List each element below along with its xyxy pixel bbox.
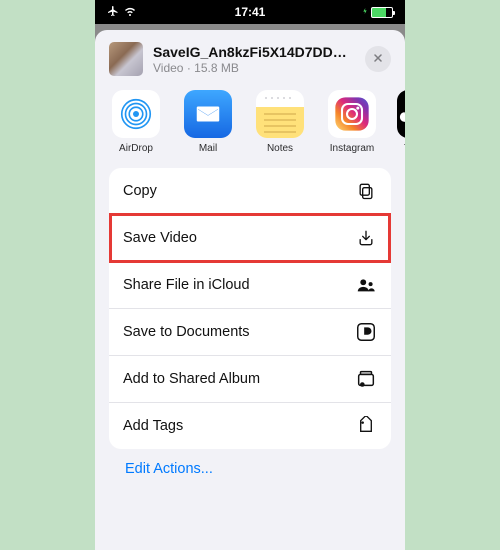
action-share-icloud[interactable]: Share File in iCloud <box>109 261 391 308</box>
status-left <box>107 5 137 20</box>
album-icon <box>355 368 377 390</box>
share-target-label: Instagram <box>330 143 374 154</box>
share-sheet-header: SaveIG_An8kzFi5X14D7DDhXM... Video · 15.… <box>95 30 405 90</box>
instagram-icon <box>328 90 376 138</box>
airplane-mode-icon <box>107 5 119 20</box>
tag-icon <box>355 415 377 437</box>
documents-icon <box>355 321 377 343</box>
action-label: Add Tags <box>123 418 183 434</box>
phone-frame: 17:41 SaveIG_An8kzFi5X14D7DDhXM... Video… <box>95 0 405 550</box>
file-info: SaveIG_An8kzFi5X14D7DDhXM... Video · 15.… <box>153 44 355 75</box>
action-add-tags[interactable]: Add Tags <box>109 402 391 449</box>
action-label: Add to Shared Album <box>123 371 260 387</box>
mail-icon <box>184 90 232 138</box>
file-meta-label: Video · 15.8 MB <box>153 61 355 75</box>
close-button[interactable] <box>365 46 391 72</box>
close-icon <box>372 51 384 67</box>
share-target-airdrop[interactable]: AirDrop <box>109 90 163 154</box>
tiktok-icon <box>397 90 405 138</box>
action-label: Share File in iCloud <box>123 277 250 293</box>
action-copy[interactable]: Copy <box>109 168 391 214</box>
actions-group: Copy Save Video Share File in iClou <box>109 168 391 449</box>
edit-actions-link[interactable]: Edit Actions... <box>109 449 391 477</box>
action-label: Copy <box>123 183 157 199</box>
share-target-label: Mail <box>199 143 217 154</box>
share-target-mail[interactable]: Mail <box>181 90 235 154</box>
share-target-instagram[interactable]: Instagram <box>325 90 379 154</box>
action-label: Save to Documents <box>123 324 250 340</box>
notes-icon <box>256 90 304 138</box>
share-target-label: T <box>404 143 405 154</box>
action-shared-album[interactable]: Add to Shared Album <box>109 355 391 402</box>
action-save-documents[interactable]: Save to Documents <box>109 308 391 355</box>
share-target-tiktok[interactable]: T <box>397 90 405 154</box>
wifi-icon <box>123 5 137 20</box>
file-thumbnail <box>109 42 143 76</box>
share-target-label: AirDrop <box>119 143 153 154</box>
file-name-label: SaveIG_An8kzFi5X14D7DDhXM... <box>153 44 355 60</box>
share-target-notes[interactable]: Notes <box>253 90 307 154</box>
people-icon <box>355 274 377 296</box>
share-targets-row: AirDrop Mail <box>95 90 405 168</box>
action-label: Save Video <box>123 230 197 246</box>
actions-section: Copy Save Video Share File in iClou <box>95 168 405 491</box>
share-target-label: Notes <box>267 143 293 154</box>
share-sheet: SaveIG_An8kzFi5X14D7DDhXM... Video · 15.… <box>95 30 405 550</box>
status-right <box>361 5 393 20</box>
download-icon <box>355 227 377 249</box>
status-bar: 17:41 <box>95 0 405 24</box>
battery-icon <box>371 7 393 18</box>
action-save-video[interactable]: Save Video <box>109 214 391 261</box>
share-sheet-backdrop: SaveIG_An8kzFi5X14D7DDhXM... Video · 15.… <box>95 24 405 550</box>
charging-icon <box>361 5 369 20</box>
airdrop-icon <box>112 90 160 138</box>
copy-icon <box>355 180 377 202</box>
status-time: 17:41 <box>235 5 266 19</box>
